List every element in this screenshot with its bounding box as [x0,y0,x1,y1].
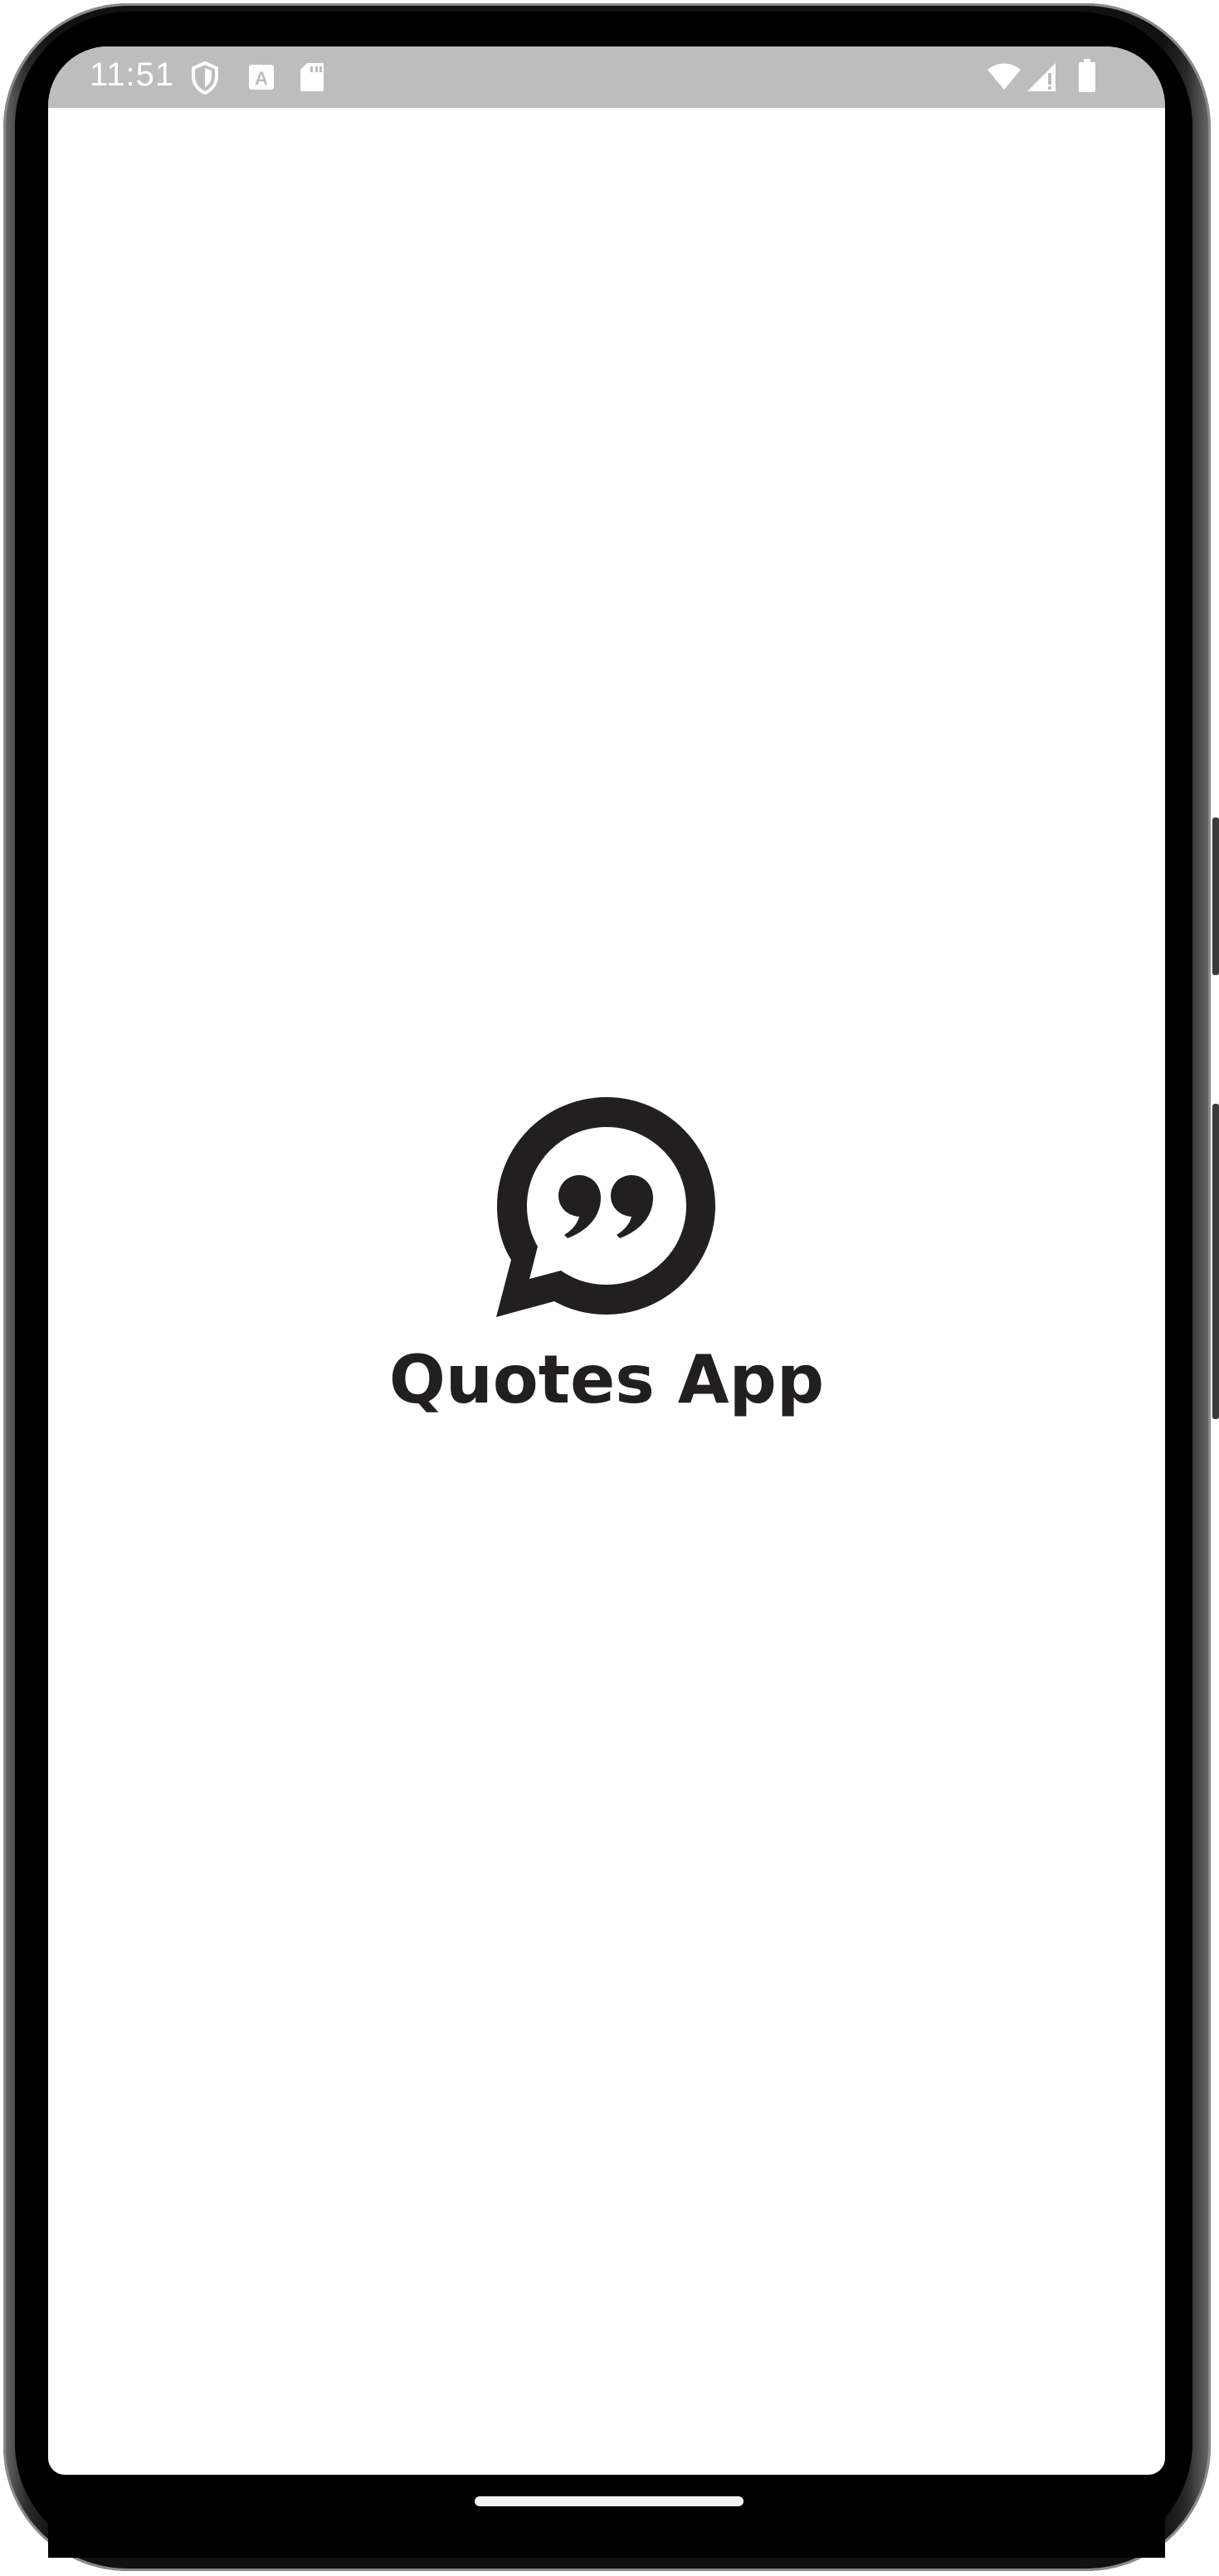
splash-content: Quotes App [48,1089,1165,1418]
home-indicator[interactable] [475,2496,744,2506]
volume-button [1212,817,1219,975]
status-time: 11:51 [90,56,175,93]
app-name: Quotes App [388,1341,825,1418]
status-bar: 11:51 A [48,46,1165,108]
quote-bubble-icon [496,1097,715,1317]
wifi-icon [986,63,1022,95]
screen: 11:51 A Quotes App [48,46,1165,2475]
shield-icon [191,61,219,99]
power-button [1212,1104,1219,1419]
signal-icon [1026,61,1059,97]
svg-text:A: A [255,68,268,89]
device-canvas: 11:51 A Quotes App [0,0,1219,2576]
a-notification-icon: A [247,63,275,95]
sd-card-icon [299,61,325,97]
navigation-bar [48,2475,1165,2558]
battery-icon [1077,58,1097,97]
